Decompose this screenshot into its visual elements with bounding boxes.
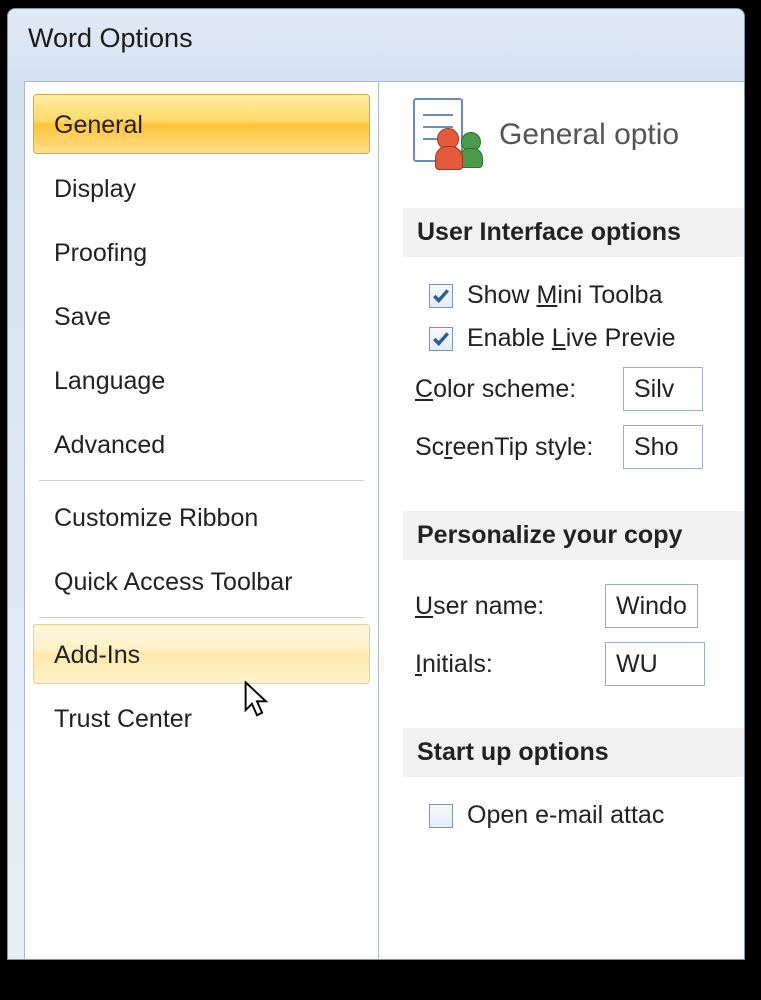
sidebar-item-advanced[interactable]: Advanced xyxy=(33,414,370,474)
label-screentip-style: ScreenTip style: xyxy=(415,433,603,462)
checkbox-mini-toolbar[interactable] xyxy=(429,284,453,308)
sidebar-item-trust-center[interactable]: Trust Center xyxy=(33,688,370,748)
sidebar-item-general[interactable]: General xyxy=(33,94,370,154)
main-header-title: General optio xyxy=(499,118,679,152)
window-content: General Display Proofing Save Language A… xyxy=(24,81,744,959)
option-mini-toolbar[interactable]: Show Mini Toolba xyxy=(429,281,744,310)
word-options-window: Word Options General Display Proofing Sa… xyxy=(7,8,745,960)
section-ui-options: User Interface options xyxy=(403,208,744,257)
label-live-preview: Enable Live Previe xyxy=(467,324,675,353)
label-mini-toolbar: Show Mini Toolba xyxy=(467,281,663,310)
select-color-scheme[interactable]: Silv xyxy=(623,367,703,411)
label-open-email-attachments: Open e-mail attac xyxy=(467,801,664,830)
field-color-scheme: Color scheme: Silv xyxy=(415,367,744,411)
checkbox-live-preview[interactable] xyxy=(429,327,453,351)
sidebar-divider xyxy=(39,480,364,481)
label-color-scheme: Color scheme: xyxy=(415,375,603,404)
sidebar-item-proofing[interactable]: Proofing xyxy=(33,222,370,282)
label-initials: Initials: xyxy=(415,650,585,679)
sidebar-item-language[interactable]: Language xyxy=(33,350,370,410)
checkbox-open-email-attachments[interactable] xyxy=(429,804,453,828)
section-personalize: Personalize your copy xyxy=(403,511,744,560)
section-startup: Start up options xyxy=(403,728,744,777)
field-initials: Initials: WU xyxy=(415,642,744,686)
option-open-email-attachments[interactable]: Open e-mail attac xyxy=(429,801,744,830)
select-screentip-style[interactable]: Sho xyxy=(623,425,703,469)
sidebar-item-save[interactable]: Save xyxy=(33,286,370,346)
input-initials[interactable]: WU xyxy=(605,642,705,686)
field-user-name: User name: Windo xyxy=(415,584,744,628)
label-user-name: User name: xyxy=(415,592,585,621)
sidebar-item-display[interactable]: Display xyxy=(33,158,370,218)
field-screentip-style: ScreenTip style: Sho xyxy=(415,425,744,469)
option-live-preview[interactable]: Enable Live Previe xyxy=(429,324,744,353)
category-sidebar: General Display Proofing Save Language A… xyxy=(24,81,378,959)
options-main-panel: General optio User Interface options Sho… xyxy=(378,81,744,959)
sidebar-item-add-ins[interactable]: Add-Ins xyxy=(33,624,370,684)
general-options-icon xyxy=(413,98,481,172)
main-header: General optio xyxy=(413,98,744,172)
input-user-name[interactable]: Windo xyxy=(605,584,698,628)
sidebar-divider xyxy=(39,617,364,618)
sidebar-item-customize-ribbon[interactable]: Customize Ribbon xyxy=(33,487,370,547)
window-title: Word Options xyxy=(8,9,744,71)
sidebar-item-quick-access-toolbar[interactable]: Quick Access Toolbar xyxy=(33,551,370,611)
